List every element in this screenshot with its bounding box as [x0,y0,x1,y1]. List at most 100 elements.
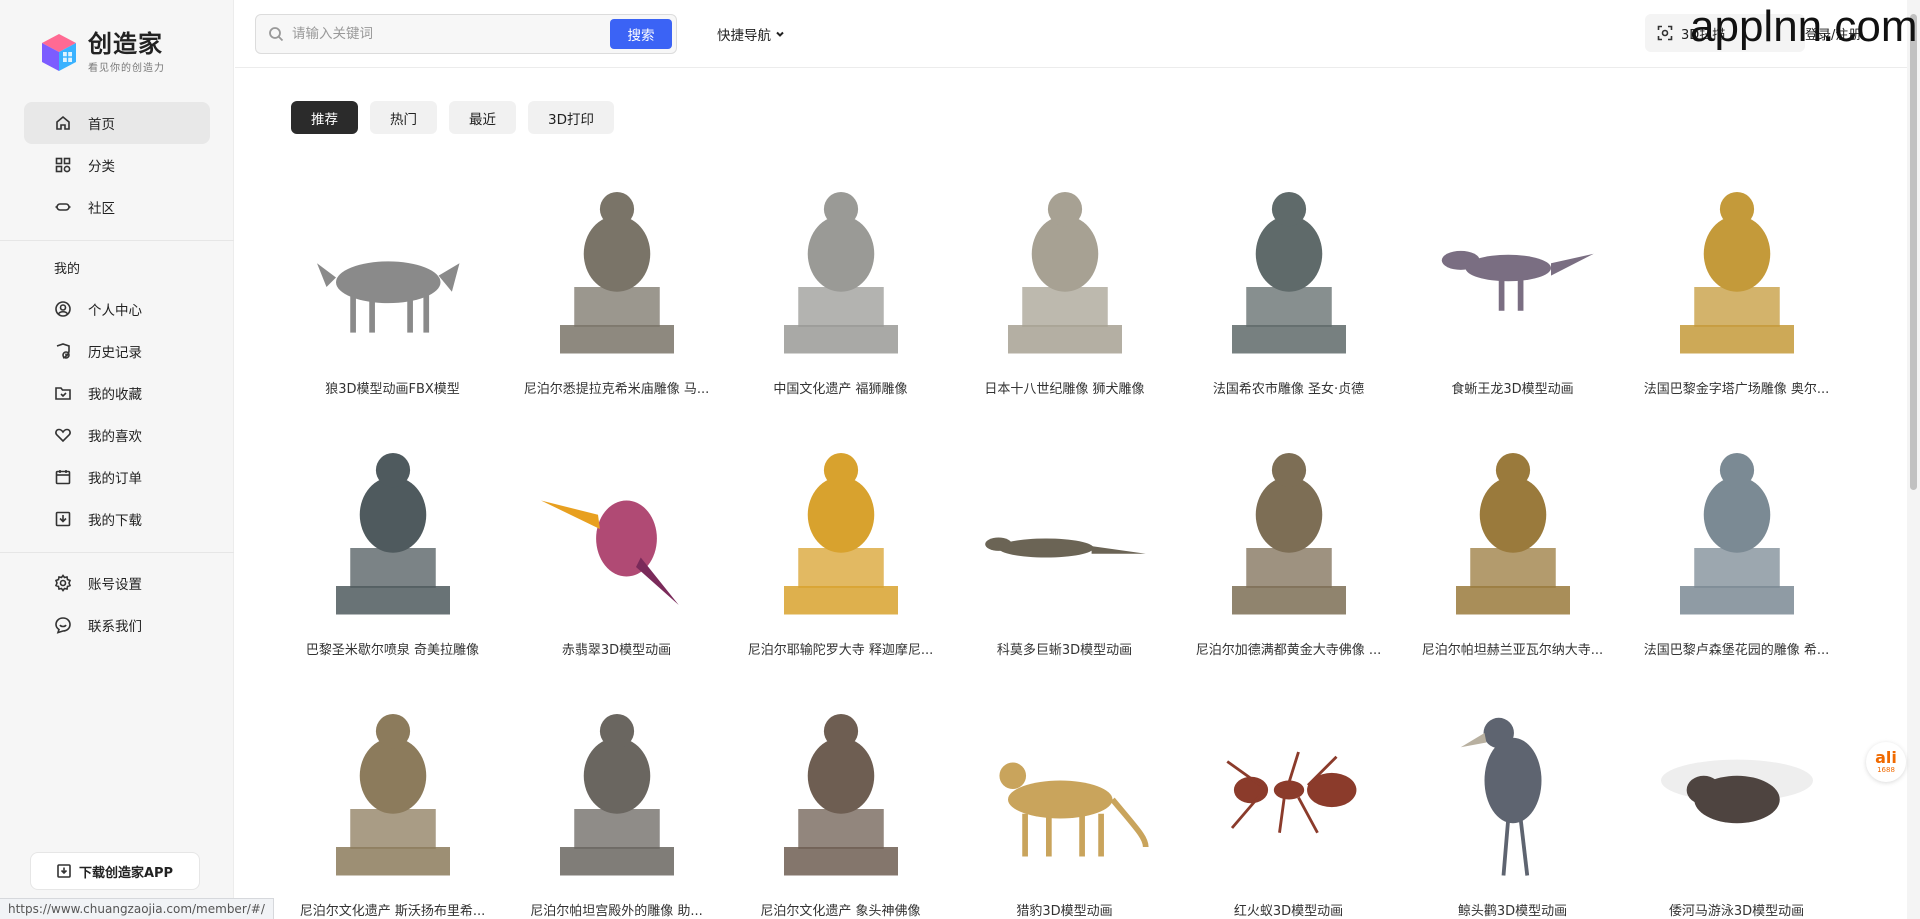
sidebar-item-orders[interactable]: 我的订单 [24,456,210,498]
logo-title: 创造家 [88,30,163,58]
main-nav: 首页 分类 社区 [24,102,210,228]
model-card[interactable]: 食蜥王龙3D模型动画 [1410,165,1615,415]
model-title[interactable]: 法国巴黎卢森堡花园的雕像 希... [1634,639,1839,658]
model-card[interactable]: 倭河马游泳3D模型动画 [1634,687,1839,919]
sidebar-item-label: 分类 [88,159,115,175]
model-card[interactable]: 法国巴黎卢森堡花园的雕像 希... [1634,426,1839,676]
tab-hot[interactable]: 热门 [370,101,437,134]
model-title[interactable]: 尼泊尔文化遗产 象头神佛像 [738,900,943,919]
model-card[interactable]: 中国文化遗产 福狮雕像 [738,165,943,415]
sidebar-item-likes[interactable]: 我的喜欢 [24,414,210,456]
model-title[interactable]: 中国文化遗产 福狮雕像 [738,378,943,397]
model-title[interactable]: 尼泊尔帕坦赫兰亚瓦尔纳大寺... [1410,639,1615,658]
wolf-icon [290,165,495,370]
monkey-statue-icon [1410,426,1615,631]
tab-recent[interactable]: 最近 [449,101,516,134]
model-card[interactable]: 法国希农市雕像 圣女·贞德 [1186,165,1391,415]
alibaba-1688-badge[interactable]: ali 1688 [1866,742,1906,782]
model-card[interactable]: 赤翡翠3D模型动画 [514,426,719,676]
model-title[interactable]: 狼3D模型动画FBX模型 [290,378,495,397]
status-bar-url: https://www.chuangzaojia.com/member/#/ [0,898,274,919]
dinosaur-icon [1410,165,1615,370]
model-title[interactable]: 尼泊尔帕坦宫殿外的雕像 助... [514,900,719,919]
sidebar-item-label: 首页 [88,117,115,133]
sidebar-item-history[interactable]: 历史记录 [24,330,210,372]
sidebar-item-label: 联系我们 [88,619,142,635]
logo[interactable]: 创造家 看见你的创造力 [38,30,165,74]
model-card[interactable]: 法国巴黎金字塔广场雕像 奥尔... [1634,165,1839,415]
sidebar-item-label: 我的喜欢 [88,429,142,445]
stone-lion-icon [290,687,495,892]
model-title[interactable]: 尼泊尔加德满都黄金大寺佛像 ... [1186,639,1391,658]
sidebar-item-label: 社区 [88,201,115,217]
model-title[interactable]: 尼泊尔文化遗产 斯沃扬布里希... [290,900,495,919]
temple-statue-icon [1186,426,1391,631]
scan-icon [1657,25,1673,41]
chimera-icon [290,426,495,631]
quick-nav-dropdown[interactable]: 快捷导航 [717,24,785,44]
model-title[interactable]: 科莫多巨蜥3D模型动画 [962,639,1167,658]
scrollbar-thumb[interactable] [1910,14,1917,490]
search-input[interactable] [292,26,592,42]
model-title[interactable]: 尼泊尔悉提拉克希米庙雕像 马... [514,378,719,397]
sidebar-item-categories[interactable]: 分类 [24,144,210,186]
page-scrollbar[interactable] [1907,0,1920,919]
sidebar-item-label: 我的收藏 [88,387,142,403]
sidebar-item-community[interactable]: 社区 [24,186,210,228]
quick-nav-label: 快捷导航 [717,28,771,44]
model-card[interactable]: 巴黎圣米歇尔喷泉 奇美拉雕像 [290,426,495,676]
model-card[interactable]: 鲸头鹳3D模型动画 [1410,687,1615,919]
tab-recommended[interactable]: 推荐 [291,101,358,134]
model-card[interactable]: 尼泊尔耶输陀罗大寺 释迦摩尼... [738,426,943,676]
ant-icon [1186,687,1391,892]
model-title[interactable]: 鲸头鹳3D模型动画 [1410,900,1615,919]
model-title[interactable]: 法国巴黎金字塔广场雕像 奥尔... [1634,378,1839,397]
sidebar: 创造家 看见你的创造力 首页 分类 社区 我的 个人中心 历史记录 我的收藏 我… [0,0,234,919]
watermark-text: applnn.com [1690,2,1918,51]
model-card[interactable]: 尼泊尔帕坦宫殿外的雕像 助... [514,687,719,919]
model-title[interactable]: 法国希农市雕像 圣女·贞德 [1186,378,1391,397]
sidebar-item-label: 个人中心 [88,303,142,319]
lion-pedestal-icon [738,165,943,370]
sidebar-item-settings[interactable]: 账号设置 [24,562,210,604]
model-card[interactable]: 猎豹3D模型动画 [962,687,1167,919]
badge-bottom-text: 1688 [1877,766,1895,774]
download-app-button[interactable]: 下载创造家APP [30,852,200,890]
download-icon [54,510,72,528]
sidebar-item-contact[interactable]: 联系我们 [24,604,210,646]
section-label-mine: 我的 [54,262,81,277]
model-card[interactable]: 日本十八世纪雕像 狮犬雕像 [962,165,1167,415]
model-title[interactable]: 红火蚁3D模型动画 [1186,900,1391,919]
sidebar-item-home[interactable]: 首页 [24,102,210,144]
model-card[interactable]: 科莫多巨蜥3D模型动画 [962,426,1167,676]
sidebar-item-profile[interactable]: 个人中心 [24,288,210,330]
gold-equestrian-icon [1634,165,1839,370]
model-title[interactable]: 倭河马游泳3D模型动画 [1634,900,1839,919]
sidebar-item-downloads[interactable]: 我的下载 [24,498,210,540]
folder-icon [54,384,72,402]
sidebar-item-favorites[interactable]: 我的收藏 [24,372,210,414]
komodo-icon [962,426,1167,631]
model-card[interactable]: 尼泊尔加德满都黄金大寺佛像 ... [1186,426,1391,676]
model-card[interactable]: 尼泊尔文化遗产 象头神佛像 [738,687,943,919]
community-icon [54,198,72,216]
model-title[interactable]: 尼泊尔耶输陀罗大寺 释迦摩尼... [738,639,943,658]
search-button[interactable]: 搜索 [610,19,672,49]
hippo-icon [1634,687,1839,892]
model-card[interactable]: 尼泊尔帕坦赫兰亚瓦尔纳大寺... [1410,426,1615,676]
model-title[interactable]: 食蜥王龙3D模型动画 [1410,378,1615,397]
tab-3d-print[interactable]: 3D打印 [528,101,614,134]
model-card[interactable]: 狼3D模型动画FBX模型 [290,165,495,415]
download-icon [57,864,71,878]
model-card[interactable]: 尼泊尔文化遗产 斯沃扬布里希... [290,687,495,919]
model-title[interactable]: 巴黎圣米歇尔喷泉 奇美拉雕像 [290,639,495,658]
badge-top-text: ali [1875,748,1897,767]
lion-dog-statue-icon [962,165,1167,370]
model-card[interactable]: 尼泊尔悉提拉克希米庙雕像 马... [514,165,719,415]
model-card[interactable]: 红火蚁3D模型动画 [1186,687,1391,919]
search-icon [268,26,284,42]
model-title[interactable]: 赤翡翠3D模型动画 [514,639,719,658]
home-icon [54,114,72,132]
model-title[interactable]: 猎豹3D模型动画 [962,900,1167,919]
model-title[interactable]: 日本十八世纪雕像 狮犬雕像 [962,378,1167,397]
